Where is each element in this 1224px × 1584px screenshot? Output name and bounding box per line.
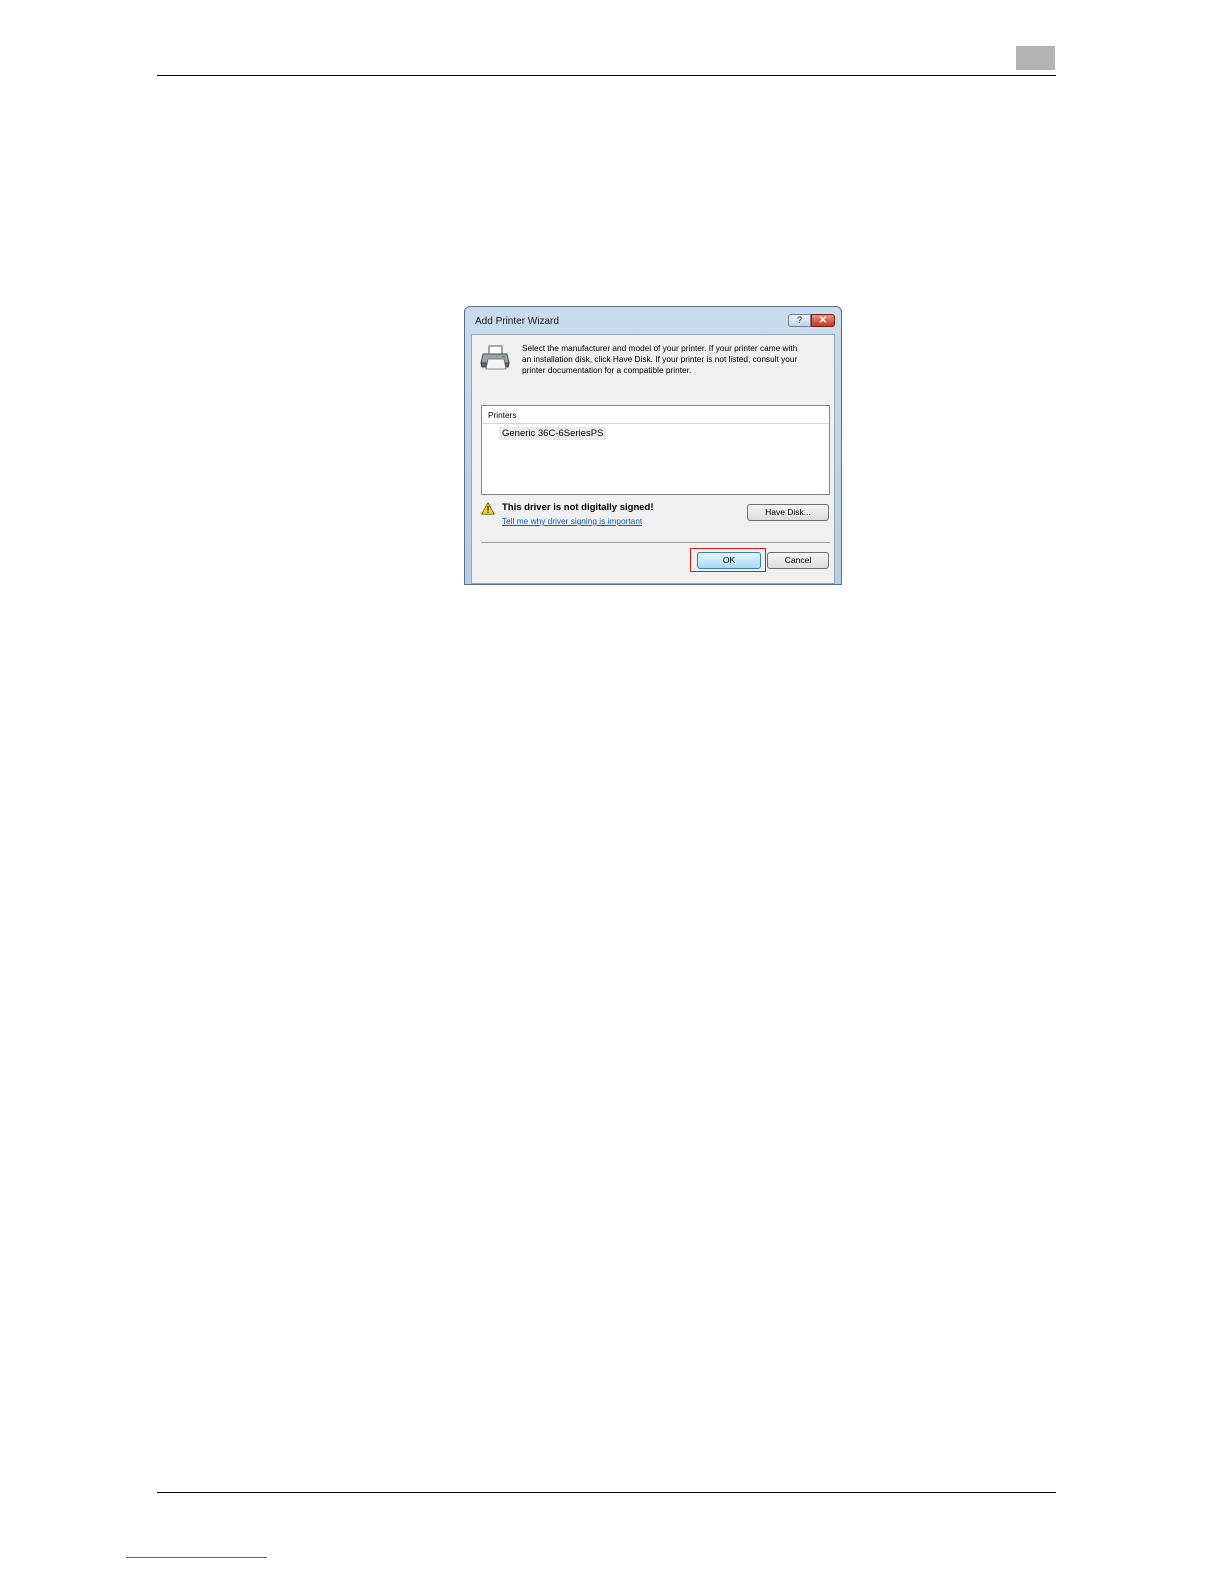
close-button[interactable]: ✕ xyxy=(811,314,835,327)
dialog-body: Select the manufacturer and model of you… xyxy=(471,334,835,584)
printers-list[interactable]: Printers Generic 36C-6SeriesPS xyxy=(481,405,830,495)
driver-signing-link[interactable]: Tell me why driver signing is important xyxy=(502,516,642,526)
page-number-tab xyxy=(1016,46,1055,70)
printers-column-label: Printers xyxy=(488,410,517,420)
footer-link-underline xyxy=(126,1557,267,1558)
printer-icon xyxy=(480,345,510,370)
cancel-button[interactable]: Cancel xyxy=(767,552,829,569)
instructions-text: Select the manufacturer and model of you… xyxy=(522,343,828,376)
title-bar: Add Printer Wizard ? ✕ xyxy=(465,307,841,333)
header-rule xyxy=(157,75,1056,76)
dialog-title: Add Printer Wizard xyxy=(475,316,559,327)
help-button[interactable]: ? xyxy=(788,314,811,327)
title-buttons: ? ✕ xyxy=(788,314,835,327)
separator xyxy=(481,542,830,543)
warning-icon xyxy=(481,502,495,515)
list-item[interactable]: Generic 36C-6SeriesPS xyxy=(499,427,607,440)
have-disk-button[interactable]: Have Disk... xyxy=(747,504,829,521)
ok-button[interactable]: OK xyxy=(697,552,761,569)
footer-rule xyxy=(157,1492,1056,1493)
printers-list-header[interactable]: Printers xyxy=(482,406,829,424)
add-printer-wizard-dialog: Add Printer Wizard ? ✕ Select the manufa… xyxy=(464,306,842,585)
instructions-line: Select the manufacturer and model of you… xyxy=(522,343,798,353)
instructions-line: an installation disk, click Have Disk. I… xyxy=(522,354,798,364)
warning-title: This driver is not digitally signed! xyxy=(502,502,654,513)
instructions-line: printer documentation for a compatible p… xyxy=(522,365,692,375)
